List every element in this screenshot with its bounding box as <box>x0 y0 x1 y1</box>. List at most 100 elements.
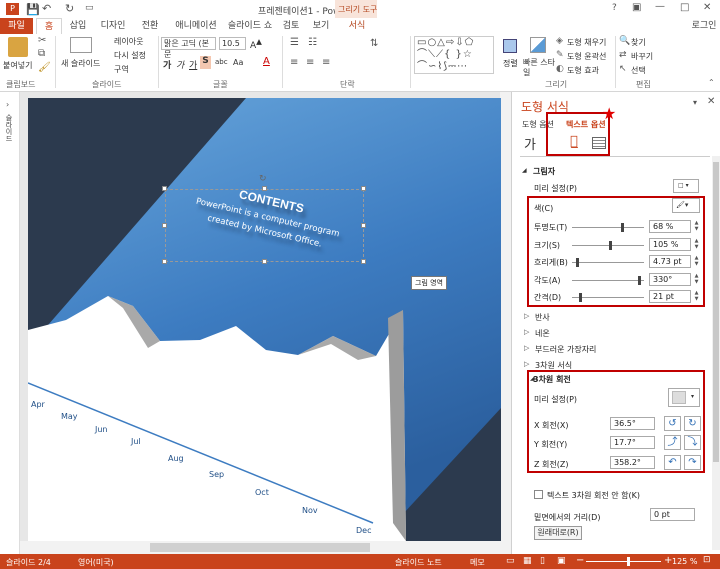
section-button[interactable]: 구역 <box>114 64 129 75</box>
paste-button[interactable]: 붙여넣기 <box>3 60 32 71</box>
shadow-size-slider-thumb[interactable] <box>609 240 613 250</box>
slide[interactable]: Apr May Jun Jul Aug Sep Oct Nov Dec ↻ CONTENTS P… <box>28 98 501 541</box>
text-fill-icon[interactable]: 가 <box>524 134 536 153</box>
tab-view[interactable]: 보기 <box>308 18 334 34</box>
replace-icon[interactable]: ⇄ <box>619 50 627 60</box>
y-rotate-up-button[interactable]: ⤴ <box>664 435 681 450</box>
pane-scrollbar-thumb[interactable] <box>713 162 719 462</box>
shapes-gallery[interactable]: ▭○△⇨⇩⬠ ⌒⟍⟋{ }☆ ⌒∽⌇⟆⎓⋯ <box>414 36 494 74</box>
align-left-icon[interactable]: ≡ <box>290 57 298 68</box>
ribbon-display-button[interactable]: ▣ <box>632 2 641 13</box>
rotate-handle-icon[interactable]: ↻ <box>259 174 267 184</box>
rotation-preset-button[interactable]: ▾ <box>668 388 700 407</box>
pane-options-icon[interactable]: ▾ <box>693 98 697 107</box>
sorter-view-icon[interactable]: ▦ <box>523 556 532 566</box>
shadow-distance-spinner[interactable]: ▲ ▼ <box>693 290 700 303</box>
tab-insert[interactable]: 삽입 <box>64 18 92 34</box>
reading-view-icon[interactable]: ▯ <box>540 556 545 566</box>
collapse-ribbon-icon[interactable]: ⌃ <box>708 78 715 87</box>
shadow-distance-input[interactable]: 21 pt <box>649 290 691 303</box>
section-expand-icon[interactable]: ▷ <box>524 312 529 320</box>
reset-button[interactable]: 원래대로(R) <box>534 526 582 540</box>
shadow-transparency-slider[interactable] <box>572 227 644 228</box>
arrange-button[interactable]: 정렬 <box>503 58 518 69</box>
find-button[interactable]: 찾기 <box>631 37 646 48</box>
italic-button[interactable]: 가 <box>176 58 184 71</box>
shadow-transparency-slider-thumb[interactable] <box>620 223 624 232</box>
shadow-angle-slider[interactable] <box>572 279 644 281</box>
shadow-size-slider[interactable] <box>572 244 644 246</box>
shadow-blur-spinner[interactable]: ▲ ▼ <box>693 255 700 268</box>
shadow-transparency-spinner[interactable]: ▲ ▼ <box>693 220 700 233</box>
keep-text-flat-checkbox[interactable] <box>534 490 543 499</box>
bullets-icon[interactable]: ☰ <box>290 37 299 48</box>
normal-view-icon[interactable]: ▭ <box>506 556 515 566</box>
powerpoint-icon[interactable]: P <box>6 3 19 15</box>
undo-icon[interactable]: ↶ <box>42 2 51 15</box>
slideshow-icon[interactable]: ▭ <box>85 3 94 13</box>
section-expand-icon[interactable]: ▷ <box>524 344 529 352</box>
quick-styles-icon[interactable] <box>530 37 546 53</box>
shadow-angle-input[interactable]: 330° <box>649 272 691 286</box>
close-button[interactable]: ✕ <box>703 2 711 13</box>
arrange-icon[interactable] <box>503 39 517 53</box>
canvas-hscroll-thumb[interactable] <box>150 543 370 552</box>
z-rotation-input[interactable]: 358.2° <box>610 456 655 469</box>
change-case-button[interactable]: Aa <box>233 58 243 67</box>
section-header[interactable]: 네온 <box>535 328 550 339</box>
spacing-button[interactable]: abc <box>215 58 228 66</box>
grow-font-icon[interactable]: A▲ <box>250 37 262 51</box>
align-right-icon[interactable]: ≡ <box>322 57 330 68</box>
text-direction-icon[interactable]: ⇅ <box>370 38 378 49</box>
shadow-distance-slider[interactable] <box>572 297 644 298</box>
x-rotation-input[interactable]: 36.5° <box>610 417 655 430</box>
fit-slide-icon[interactable]: ⊡ <box>703 555 711 565</box>
numbering-icon[interactable]: ☷ <box>308 37 317 48</box>
shadow-color-button[interactable]: 🖌▾ <box>672 198 700 213</box>
shape-fill-icon[interactable]: ◈ <box>556 36 563 46</box>
z-rotate-left-button[interactable]: ↶ <box>664 455 681 470</box>
tab-design[interactable]: 디자인 <box>96 18 130 34</box>
tab-review[interactable]: 검토 <box>278 18 304 34</box>
shadow-angle-slider-thumb[interactable] <box>638 275 642 285</box>
select-button[interactable]: 선택 <box>631 65 646 76</box>
font-name-select[interactable]: 맑은 고딕 (본문 <box>161 37 216 59</box>
copy-icon[interactable]: ⧉ <box>38 48 45 59</box>
shape-fill-button[interactable]: 도형 채우기 <box>567 37 606 48</box>
comments-button[interactable]: 메모 <box>470 557 485 568</box>
tab-slideshow[interactable]: 슬라이드 쇼 <box>226 18 274 34</box>
shadow-header[interactable]: 그림자 <box>533 166 555 177</box>
tab-format[interactable]: 서식 <box>343 18 371 34</box>
distance-from-ground-input[interactable]: 0 pt <box>650 508 695 521</box>
thumbnail-pane-collapsed[interactable]: › 슬라이드 <box>0 92 20 554</box>
new-slide-icon[interactable] <box>70 37 92 53</box>
new-slide-button[interactable]: 새 슬라이드 <box>61 58 100 69</box>
reset-button[interactable]: 다시 설정 <box>114 50 146 61</box>
canvas-vscroll[interactable] <box>500 92 511 554</box>
shadow-blur-slider[interactable] <box>572 262 644 263</box>
pane-close-icon[interactable]: ✕ <box>707 96 715 107</box>
zoom-slider[interactable] <box>586 561 661 562</box>
font-color-icon[interactable]: A <box>263 56 270 67</box>
shadow-angle-spinner[interactable]: ▲ ▼ <box>693 273 700 286</box>
shape-outline-icon[interactable]: ✎ <box>556 50 564 60</box>
shadow-size-input[interactable]: 105 % <box>649 237 691 251</box>
quick-styles-button[interactable]: 빠른 스타일 <box>523 58 555 78</box>
y-rotation-input[interactable]: 17.7° <box>610 436 655 449</box>
shadow-button[interactable]: S <box>200 56 211 69</box>
tab-file[interactable]: 파일 <box>0 18 33 34</box>
x-rotate-right-button[interactable]: ↻ <box>684 416 701 431</box>
cut-icon[interactable]: ✂ <box>38 35 46 46</box>
help-button[interactable]: ? <box>612 3 617 13</box>
shape-outline-button[interactable]: 도형 윤곽선 <box>567 51 606 62</box>
paste-icon[interactable] <box>8 37 28 57</box>
save-icon[interactable]: 💾 <box>26 3 40 16</box>
section-header[interactable]: 부드러운 가장자리 <box>535 344 596 355</box>
align-center-icon[interactable]: ≡ <box>306 57 314 68</box>
shape-effects-button[interactable]: 도형 효과 <box>567 65 599 76</box>
shadow-distance-slider-thumb[interactable] <box>579 293 583 302</box>
maximize-button[interactable]: □ <box>680 2 689 13</box>
shape-effects-icon[interactable]: ◐ <box>556 64 564 74</box>
rotation-header[interactable]: 3차원 회전 <box>533 374 571 385</box>
font-size-select[interactable]: 10.5 <box>219 37 246 50</box>
